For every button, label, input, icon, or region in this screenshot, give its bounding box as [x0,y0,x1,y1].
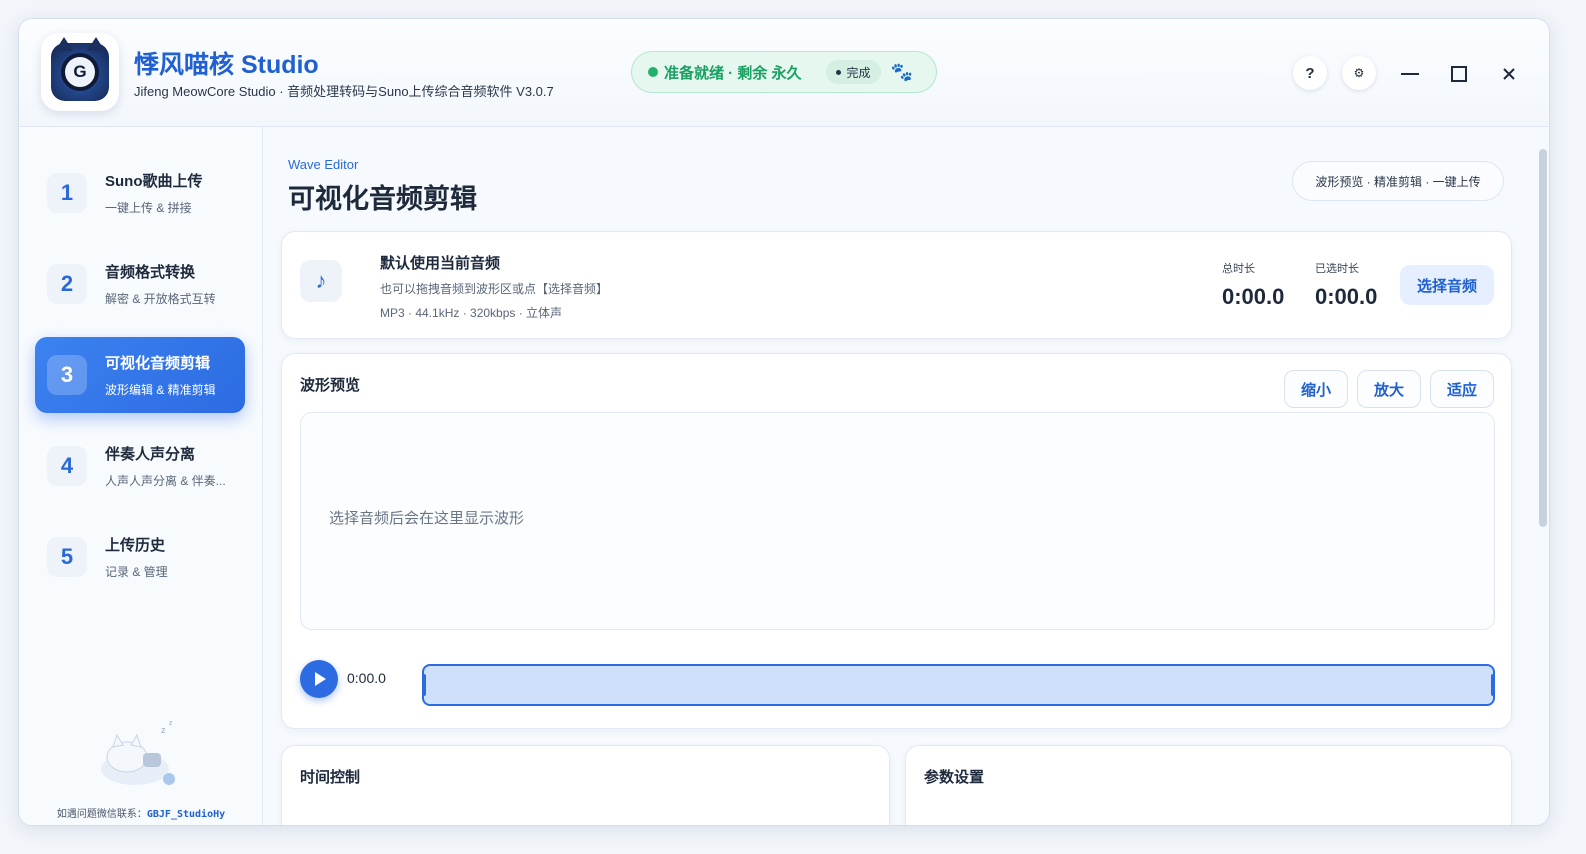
params-card: 参数设置 [905,745,1512,825]
nav-number: 3 [47,355,87,395]
nav-title: Suno歌曲上传 [105,173,203,190]
status-text: 准备就绪 · 剩余 永久 [664,64,802,82]
nav-number: 5 [47,537,87,577]
select-audio-button[interactable]: 选择音频 [1400,265,1494,305]
file-hint: 也可以拖拽音频到波形区或点【选择音频】 [380,282,609,296]
svg-text:z: z [169,720,173,727]
page-title: 可视化音频剪辑 [288,184,477,214]
sidebar-item-upload-history[interactable]: 5 上传历史记录 & 管理 [35,519,245,595]
minimize-icon [1401,73,1419,75]
page-eyebrow: Wave Editor [288,157,359,172]
wave-preview-title: 波形预览 [300,377,361,394]
status-badge-label: 完成 [846,65,871,80]
sleeping-cat-mascot-icon: z z [101,720,175,785]
file-card: ♪ 默认使用当前音频 也可以拖拽音频到波形区或点【选择音频】 MP3 · 44.… [281,231,1512,339]
nav-subtitle: 波形编辑 & 精准剪辑 [105,383,216,397]
close-button[interactable] [1494,59,1524,89]
sidebar: 1 Suno歌曲上传 一键上传 & 拼接 2 音频格式转换 解密 & 开放格式互转 … [19,127,263,825]
file-meta: MP3 · 44.1kHz · 320kbps · 立体声 [380,306,563,320]
nav-title: 伴奏人声分离 [105,446,196,463]
sidebar-item-vocal-separation[interactable]: 4 伴奏人声分离人声人声分离 & 伴奏... [35,428,245,504]
cat-logo-icon: G [51,37,109,101]
svg-text:z: z [161,725,166,735]
sidebar-item-format-convert[interactable]: 2 音频格式转换解密 & 开放格式互转 [35,246,245,322]
current-time: 0:00.0 [347,670,386,686]
nav-title: 音频格式转换 [105,264,196,281]
app-title: 悸风喵核 Studio [134,51,319,79]
app-subtitle: Jifeng MeowCore Studio · 音频处理转码与Suno上传综合… [134,84,554,99]
help-button[interactable]: ? [1293,56,1327,90]
waveform-empty-text: 选择音频后会在这里显示波形 [329,510,525,527]
minimize-button[interactable] [1395,59,1425,89]
sidebar-item-wave-editor[interactable]: 3 可视化音频剪辑 波形编辑 & 精准剪辑 [35,337,245,413]
file-title: 默认使用当前音频 [380,255,501,272]
play-icon [315,672,326,686]
contact-wechat-id: GBJF_StudioHy [146,809,226,820]
contact-info: 如遇问题微信联系：GBJF_StudioHy [19,805,263,820]
nav-number: 2 [47,264,87,304]
time-control-card: 时间控制 [281,745,890,825]
main-content: Wave Editor 可视化音频剪辑 波形预览 · 精准剪辑 · 一键上传 ♪… [264,127,1549,825]
nav-subtitle: 人声人声分离 & 伴奏... [105,474,226,488]
time-control-title: 时间控制 [300,769,361,786]
wave-preview-card: 波形预览 缩小 放大 适应 选择音频后会在这里显示波形 0:00.0 [281,353,1512,729]
total-duration-label: 总时长 [1222,263,1255,275]
status-badge: 完成 [825,60,881,84]
fit-button[interactable]: 适应 [1430,370,1494,408]
total-duration-value: 0:00.0 [1222,284,1285,309]
selection-end-handle[interactable] [1491,674,1495,696]
logo-letter: G [61,53,99,91]
app-logo: G [41,33,119,111]
timeline-selection[interactable] [422,664,1495,706]
selected-duration-value: 0:00.0 [1315,284,1378,309]
close-icon [1503,68,1515,80]
app-header: G 悸风喵核 Studio Jifeng MeowCore Studio · 音… [19,19,1549,127]
sidebar-item-suno-upload[interactable]: 1 Suno歌曲上传 一键上传 & 拼接 [35,155,245,231]
waveform-area[interactable]: 选择音频后会在这里显示波形 [300,412,1495,630]
nav-subtitle: 记录 & 管理 [105,565,168,579]
settings-button[interactable]: ⚙ [1342,56,1376,90]
nav-number: 1 [47,173,87,213]
nav-title: 上传历史 [105,537,166,554]
maximize-button[interactable] [1444,59,1474,89]
contact-label: 如遇问题微信联系： [56,809,147,820]
params-title: 参数设置 [924,769,985,786]
nav-subtitle: 一键上传 & 拼接 [105,201,192,215]
maximize-icon [1451,66,1467,82]
app-window: G 悸风喵核 Studio Jifeng MeowCore Studio · 音… [18,18,1550,826]
music-note-icon: ♪ [300,260,342,302]
status-dot-icon [648,67,658,77]
zoom-in-button[interactable]: 放大 [1357,370,1421,408]
zoom-out-button[interactable]: 缩小 [1284,370,1348,408]
nav-number: 4 [47,446,87,486]
main-scrollbar[interactable] [1539,149,1547,527]
page-tags: 波形预览 · 精准剪辑 · 一键上传 [1292,161,1504,201]
nav-subtitle: 解密 & 开放格式互转 [105,292,216,306]
play-button[interactable] [300,660,338,698]
nav-title: 可视化音频剪辑 [105,355,211,372]
selected-duration-label: 已选时长 [1315,263,1359,275]
status-pill: 准备就绪 · 剩余 永久 完成 🐾 [631,51,937,93]
paw-icon: 🐾 [890,61,913,82]
selection-start-handle[interactable] [422,674,426,696]
